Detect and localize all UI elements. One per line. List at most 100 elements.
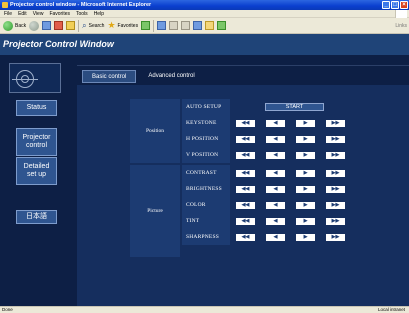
print-icon[interactable]: [181, 21, 191, 30]
sharpness-back-button[interactable]: ◀: [266, 234, 285, 241]
color-fast-forward-button[interactable]: ▶▶: [326, 202, 345, 209]
messenger-icon[interactable]: [217, 21, 227, 30]
v-position-fast-forward-button[interactable]: ▶▶: [326, 152, 345, 159]
h-position-back-button[interactable]: ◀: [266, 136, 285, 143]
browser-status-bar: Done Local intranet: [0, 306, 409, 313]
status-text: Done: [2, 307, 13, 312]
v-position-forward-button[interactable]: ▶: [296, 152, 315, 159]
mail-icon[interactable]: [169, 21, 179, 30]
home-icon[interactable]: [66, 21, 76, 30]
h-position-fast-back-button[interactable]: ◀◀: [236, 136, 255, 143]
content-frame: Basic control Advanced control Position …: [77, 65, 409, 307]
keystone-forward-button[interactable]: ▶: [296, 120, 315, 127]
back-arrow-icon: [3, 20, 13, 31]
search-label: Search: [88, 22, 105, 29]
control-tabs: Basic control Advanced control: [82, 70, 204, 83]
menu-help[interactable]: Help: [94, 10, 104, 17]
favorites-label: Favorites: [117, 22, 139, 29]
folder-icon[interactable]: [205, 21, 215, 30]
search-icon: ⌕: [82, 20, 87, 30]
sharpness-fast-forward-button[interactable]: ▶▶: [326, 234, 345, 241]
h-position-forward-button[interactable]: ▶: [296, 136, 315, 143]
color-forward-button[interactable]: ▶: [296, 202, 315, 209]
v-position-back-button[interactable]: ◀: [266, 152, 285, 159]
back-label: Back: [15, 22, 27, 29]
tint-fast-forward-button[interactable]: ▶▶: [326, 218, 345, 225]
keystone-back-button[interactable]: ◀: [266, 120, 285, 127]
window-titlebar: Projector control window - Microsoft Int…: [0, 0, 409, 10]
menu-bar: File Edit View Favorites Tools Help: [0, 10, 409, 18]
row-label-keystone: KEYSTONE: [182, 115, 230, 131]
color-fast-back-button[interactable]: ◀◀: [236, 202, 255, 209]
links-label[interactable]: Links: [395, 23, 407, 29]
favorites-star-icon: ★: [107, 20, 116, 30]
advanced-control-panel: Position Picture AUTO SETUP KEYSTONE H P…: [77, 85, 409, 307]
forward-arrow-icon[interactable]: [29, 20, 40, 31]
brightness-back-button[interactable]: ◀: [266, 186, 285, 193]
keystone-fast-back-button[interactable]: ◀◀: [236, 120, 255, 127]
minimize-icon[interactable]: _: [382, 1, 390, 9]
group-position-label: Position: [130, 99, 180, 163]
menu-favorites[interactable]: Favorites: [49, 10, 70, 17]
windows-logo-icon: [395, 10, 407, 18]
tab-basic-control[interactable]: Basic control: [82, 70, 137, 83]
sharpness-fast-back-button[interactable]: ◀◀: [236, 234, 255, 241]
back-button[interactable]: Back: [3, 20, 27, 31]
contrast-fast-back-button[interactable]: ◀◀: [236, 170, 255, 177]
h-position-fast-forward-button[interactable]: ▶▶: [326, 136, 345, 143]
menu-edit[interactable]: Edit: [18, 10, 27, 17]
row-label-sharpness: SHARPNESS: [182, 229, 230, 245]
sidebar-detailed-setup-button[interactable]: Detailed set up: [16, 157, 57, 185]
ie-icon: [2, 2, 8, 8]
tint-back-button[interactable]: ◀: [266, 218, 285, 225]
security-zone-text: Local intranet: [377, 307, 405, 312]
tab-advanced-control[interactable]: Advanced control: [139, 70, 204, 83]
lens-line: [12, 79, 38, 80]
group-picture-label: Picture: [130, 165, 180, 257]
stop-icon[interactable]: [42, 21, 52, 30]
browser-toolbar: Back ⌕ Search ★ Favorites Links: [0, 18, 409, 34]
brightness-fast-back-button[interactable]: ◀◀: [236, 186, 255, 193]
edit-icon[interactable]: [193, 21, 203, 30]
app-title: Projector Control Window: [3, 39, 114, 49]
search-button[interactable]: ⌕ Search: [82, 20, 105, 30]
auto-setup-start-button[interactable]: START: [265, 103, 324, 111]
menu-tools[interactable]: Tools: [76, 10, 88, 17]
tint-forward-button[interactable]: ▶: [296, 218, 315, 225]
v-position-fast-back-button[interactable]: ◀◀: [236, 152, 255, 159]
sidebar-status-button[interactable]: Status: [16, 100, 57, 116]
tint-fast-back-button[interactable]: ◀◀: [236, 218, 255, 225]
row-label-brightness: BRIGHTNESS: [182, 181, 230, 197]
row-label-contrast: CONTRAST: [182, 165, 230, 181]
row-label-auto-setup: AUTO SETUP: [182, 99, 230, 115]
contrast-back-button[interactable]: ◀: [266, 170, 285, 177]
brightness-fast-forward-button[interactable]: ▶▶: [326, 186, 345, 193]
refresh-icon[interactable]: [54, 21, 64, 30]
projector-logo: [9, 63, 61, 93]
contrast-forward-button[interactable]: ▶: [296, 170, 315, 177]
row-label-v-position: V POSITION: [182, 147, 230, 163]
row-label-tint: TINT: [182, 213, 230, 229]
keystone-fast-forward-button[interactable]: ▶▶: [326, 120, 345, 127]
history-icon[interactable]: [157, 21, 167, 30]
color-back-button[interactable]: ◀: [266, 202, 285, 209]
sharpness-forward-button[interactable]: ▶: [296, 234, 315, 241]
window-controls: _ □ ×: [382, 1, 408, 9]
maximize-icon[interactable]: □: [391, 1, 399, 9]
row-label-h-position: H POSITION: [182, 131, 230, 147]
window-title: Projector control window - Microsoft Int…: [10, 2, 152, 8]
menu-file[interactable]: File: [4, 10, 12, 17]
close-icon[interactable]: ×: [400, 1, 408, 9]
sidebar-projector-control-button[interactable]: Projector control: [16, 128, 57, 156]
menu-view[interactable]: View: [33, 10, 44, 17]
brightness-forward-button[interactable]: ▶: [296, 186, 315, 193]
toolbar-divider: [78, 19, 80, 32]
app-title-bar: Projector Control Window: [0, 34, 409, 55]
contrast-fast-forward-button[interactable]: ▶▶: [326, 170, 345, 177]
sidebar-japanese-button[interactable]: 日本語: [16, 210, 57, 224]
media-icon[interactable]: [141, 21, 151, 30]
app-body: Status Projector control Detailed set up…: [0, 55, 409, 307]
favorites-button[interactable]: ★ Favorites: [107, 21, 138, 30]
row-label-color: COLOR: [182, 197, 230, 213]
toolbar-divider: [153, 19, 155, 32]
